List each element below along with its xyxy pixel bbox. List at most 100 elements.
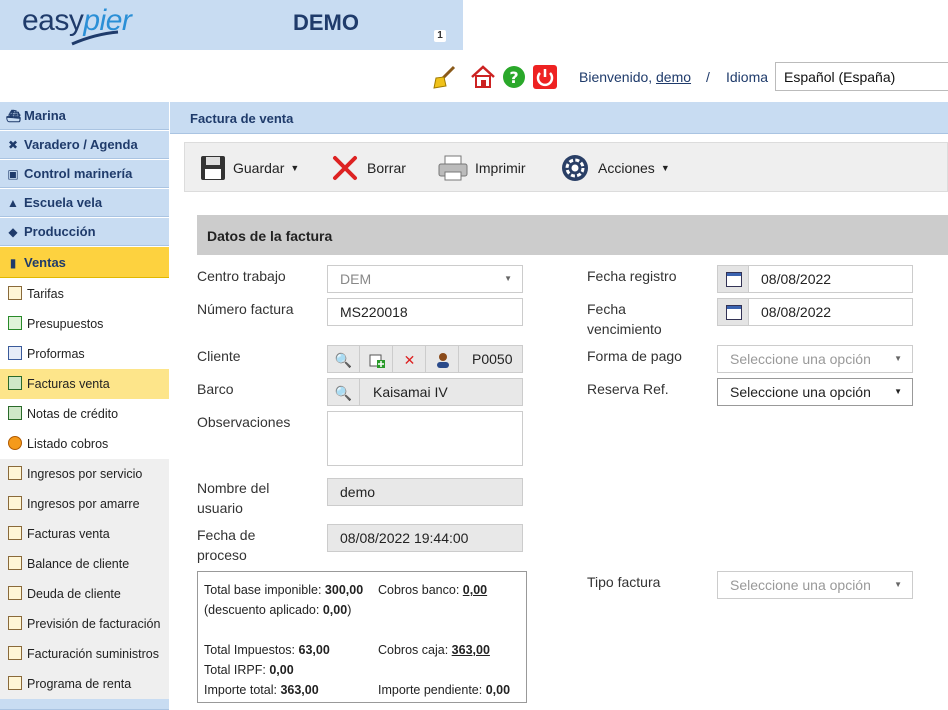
calendar-icon[interactable]: [717, 265, 749, 293]
report-edit-icon: [8, 526, 22, 540]
forma-pago-placeholder: Seleccione una opción: [730, 351, 871, 367]
fecha-vencimiento-input[interactable]: 08/08/2022: [748, 298, 913, 326]
centro-trabajo-select[interactable]: DEM ▼: [327, 265, 523, 293]
sidebar-item-facturas-venta[interactable]: Facturas venta: [0, 369, 169, 399]
report-edit-icon: [8, 466, 22, 480]
numero-factura-input[interactable]: MS220018: [327, 298, 523, 326]
observaciones-textarea[interactable]: [327, 411, 523, 466]
sidebar-section-label: Varadero / Agenda: [24, 137, 138, 152]
person-icon[interactable]: [427, 346, 459, 373]
language-select[interactable]: Español (España): [775, 62, 948, 91]
proforma-icon: [8, 346, 22, 360]
sidebar-report-programa-renta[interactable]: Programa de renta: [0, 669, 169, 699]
sidebar-report-deuda-cliente[interactable]: Deuda de cliente: [0, 579, 169, 609]
power-icon[interactable]: [532, 64, 558, 90]
tools-icon: ✖: [7, 138, 19, 152]
search-icon[interactable]: 🔍: [328, 379, 360, 406]
fecha-proceso-label-line2: proceso: [197, 547, 247, 563]
sidebar-section-escuela-vela[interactable]: ▲ Escuela vela: [0, 189, 169, 217]
reserva-ref-placeholder: Seleccione una opción: [730, 384, 871, 400]
sidebar-section-control-marineria[interactable]: ▣ Control marinería: [0, 160, 169, 188]
importe-total-line: Importe total: 363,00: [204, 680, 330, 700]
numero-factura-label: Número factura: [197, 301, 294, 317]
fecha-vencimiento-label-line1: Fecha: [587, 301, 626, 317]
sidebar-section-marina[interactable]: ⛴ Marina: [0, 102, 169, 130]
forma-pago-select[interactable]: Seleccione una opción ▼: [717, 345, 913, 373]
cliente-label: Cliente: [197, 348, 241, 364]
app-name: DEMO: [293, 10, 359, 35]
help-icon[interactable]: ?: [501, 64, 527, 90]
sidebar-report-facturacion-suministros[interactable]: Facturación suministros: [0, 639, 169, 669]
descuento-label: (descuento aplicado:: [204, 603, 320, 617]
sidebar-item-label: Presupuestos: [27, 317, 104, 331]
sidebar-section-produccion[interactable]: ◆ Producción: [0, 218, 169, 246]
sidebar-report-prevision-facturacion[interactable]: Previsión de facturación: [0, 609, 169, 639]
fecha-registro-input[interactable]: 08/08/2022: [748, 265, 913, 293]
sidebar-report-ingresos-amarre[interactable]: Ingresos por amarre: [0, 489, 169, 519]
document-icon: ▮: [9, 256, 17, 270]
forma-pago-label: Forma de pago: [587, 348, 682, 364]
descuento-close: ): [347, 603, 352, 617]
importe-total-value: 363,00: [280, 683, 319, 697]
caret-down-icon: ▼: [894, 580, 902, 589]
sidebar-item-label: Listado cobros: [27, 437, 109, 451]
total-irpf-line: Total IRPF: 0,00: [204, 660, 330, 680]
sidebar-section-varadero[interactable]: ✖ Varadero / Agenda: [0, 131, 169, 159]
sidebar-report-balance-cliente[interactable]: Balance de cliente: [0, 549, 169, 579]
print-button[interactable]: Imprimir: [437, 151, 526, 185]
total-impuestos-line: Total Impuestos: 63,00: [204, 640, 330, 660]
caret-down-icon: ▼: [660, 163, 670, 173]
sidebar-section-ventas[interactable]: ▮ Ventas: [0, 247, 169, 278]
notification-badge[interactable]: 1: [434, 30, 446, 42]
nombre-usuario-label: Nombre del usuario: [197, 478, 269, 518]
caret-down-icon: ▼: [504, 274, 512, 283]
sidebar-item-notas-credito[interactable]: Notas de crédito: [0, 399, 169, 429]
report-edit-icon: [8, 616, 22, 630]
logo-swoosh-icon: [71, 30, 119, 46]
graduation-cap-icon: ▲: [7, 196, 19, 210]
page-title: Factura de venta: [170, 102, 948, 134]
calendar-icon[interactable]: [717, 298, 749, 326]
sidebar-item-presupuestos[interactable]: Presupuestos: [0, 309, 169, 339]
broom-icon[interactable]: [432, 64, 458, 90]
tipo-factura-select[interactable]: Seleccione una opción ▼: [717, 571, 913, 599]
tipo-factura-label: Tipo factura: [587, 574, 661, 590]
language-label: Idioma: [726, 69, 769, 85]
search-icon[interactable]: 🔍: [328, 346, 360, 373]
actions-button[interactable]: Acciones ▼: [560, 151, 670, 185]
total-impuestos-label: Total Impuestos:: [204, 643, 296, 657]
sidebar-item-proformas[interactable]: Proformas: [0, 339, 169, 369]
report-edit-icon: [8, 496, 22, 510]
sidebar-item-label: Ingresos por servicio: [27, 467, 143, 481]
home-icon[interactable]: [470, 64, 496, 90]
sidebar-report-facturas-venta[interactable]: Facturas venta: [0, 519, 169, 549]
sidebar-report-ingresos-servicio[interactable]: Ingresos por servicio: [0, 459, 169, 489]
printer-icon: [438, 155, 468, 181]
cliente-code: P0050: [472, 351, 513, 367]
cobros-banco-link[interactable]: 0,00: [463, 583, 487, 597]
sidebar-section-label: Ventas: [24, 255, 66, 270]
base-imponible-line: Total base imponible: 300,00 (descuento …: [204, 580, 374, 620]
sidebar-item-label: Previsión de facturación: [27, 617, 161, 631]
caret-down-icon: ▼: [894, 354, 902, 363]
cobros-caja-link[interactable]: 363,00: [452, 643, 490, 657]
sidebar-item-label: Ingresos por amarre: [27, 497, 140, 511]
cobros-banco-line: Cobros banco: 0,00: [378, 580, 487, 600]
reserva-ref-label: Reserva Ref.: [587, 381, 669, 397]
save-button[interactable]: Guardar ▼: [199, 151, 299, 185]
report-edit-icon: [8, 586, 22, 600]
add-client-icon[interactable]: [361, 346, 393, 373]
cobros-caja-line: Cobros caja: 363,00: [378, 640, 490, 660]
clear-client-icon[interactable]: ✕: [394, 346, 426, 373]
reserva-ref-select[interactable]: Seleccione una opción ▼: [717, 378, 913, 406]
total-irpf-label: Total IRPF:: [204, 663, 266, 677]
sidebar-item-tarifas[interactable]: Tarifas: [0, 279, 169, 309]
centro-trabajo-label: Centro trabajo: [197, 268, 286, 284]
delete-button-label: Borrar: [367, 160, 406, 176]
sidebar-item-listado-cobros[interactable]: Listado cobros: [0, 429, 169, 459]
sidebar-section-next[interactable]: [0, 699, 169, 710]
fecha-proceso-field: 08/08/2022 19:44:00: [327, 524, 523, 552]
caret-down-icon: ▼: [894, 387, 902, 396]
delete-button[interactable]: Borrar: [331, 151, 406, 185]
username-link[interactable]: demo: [656, 69, 691, 85]
